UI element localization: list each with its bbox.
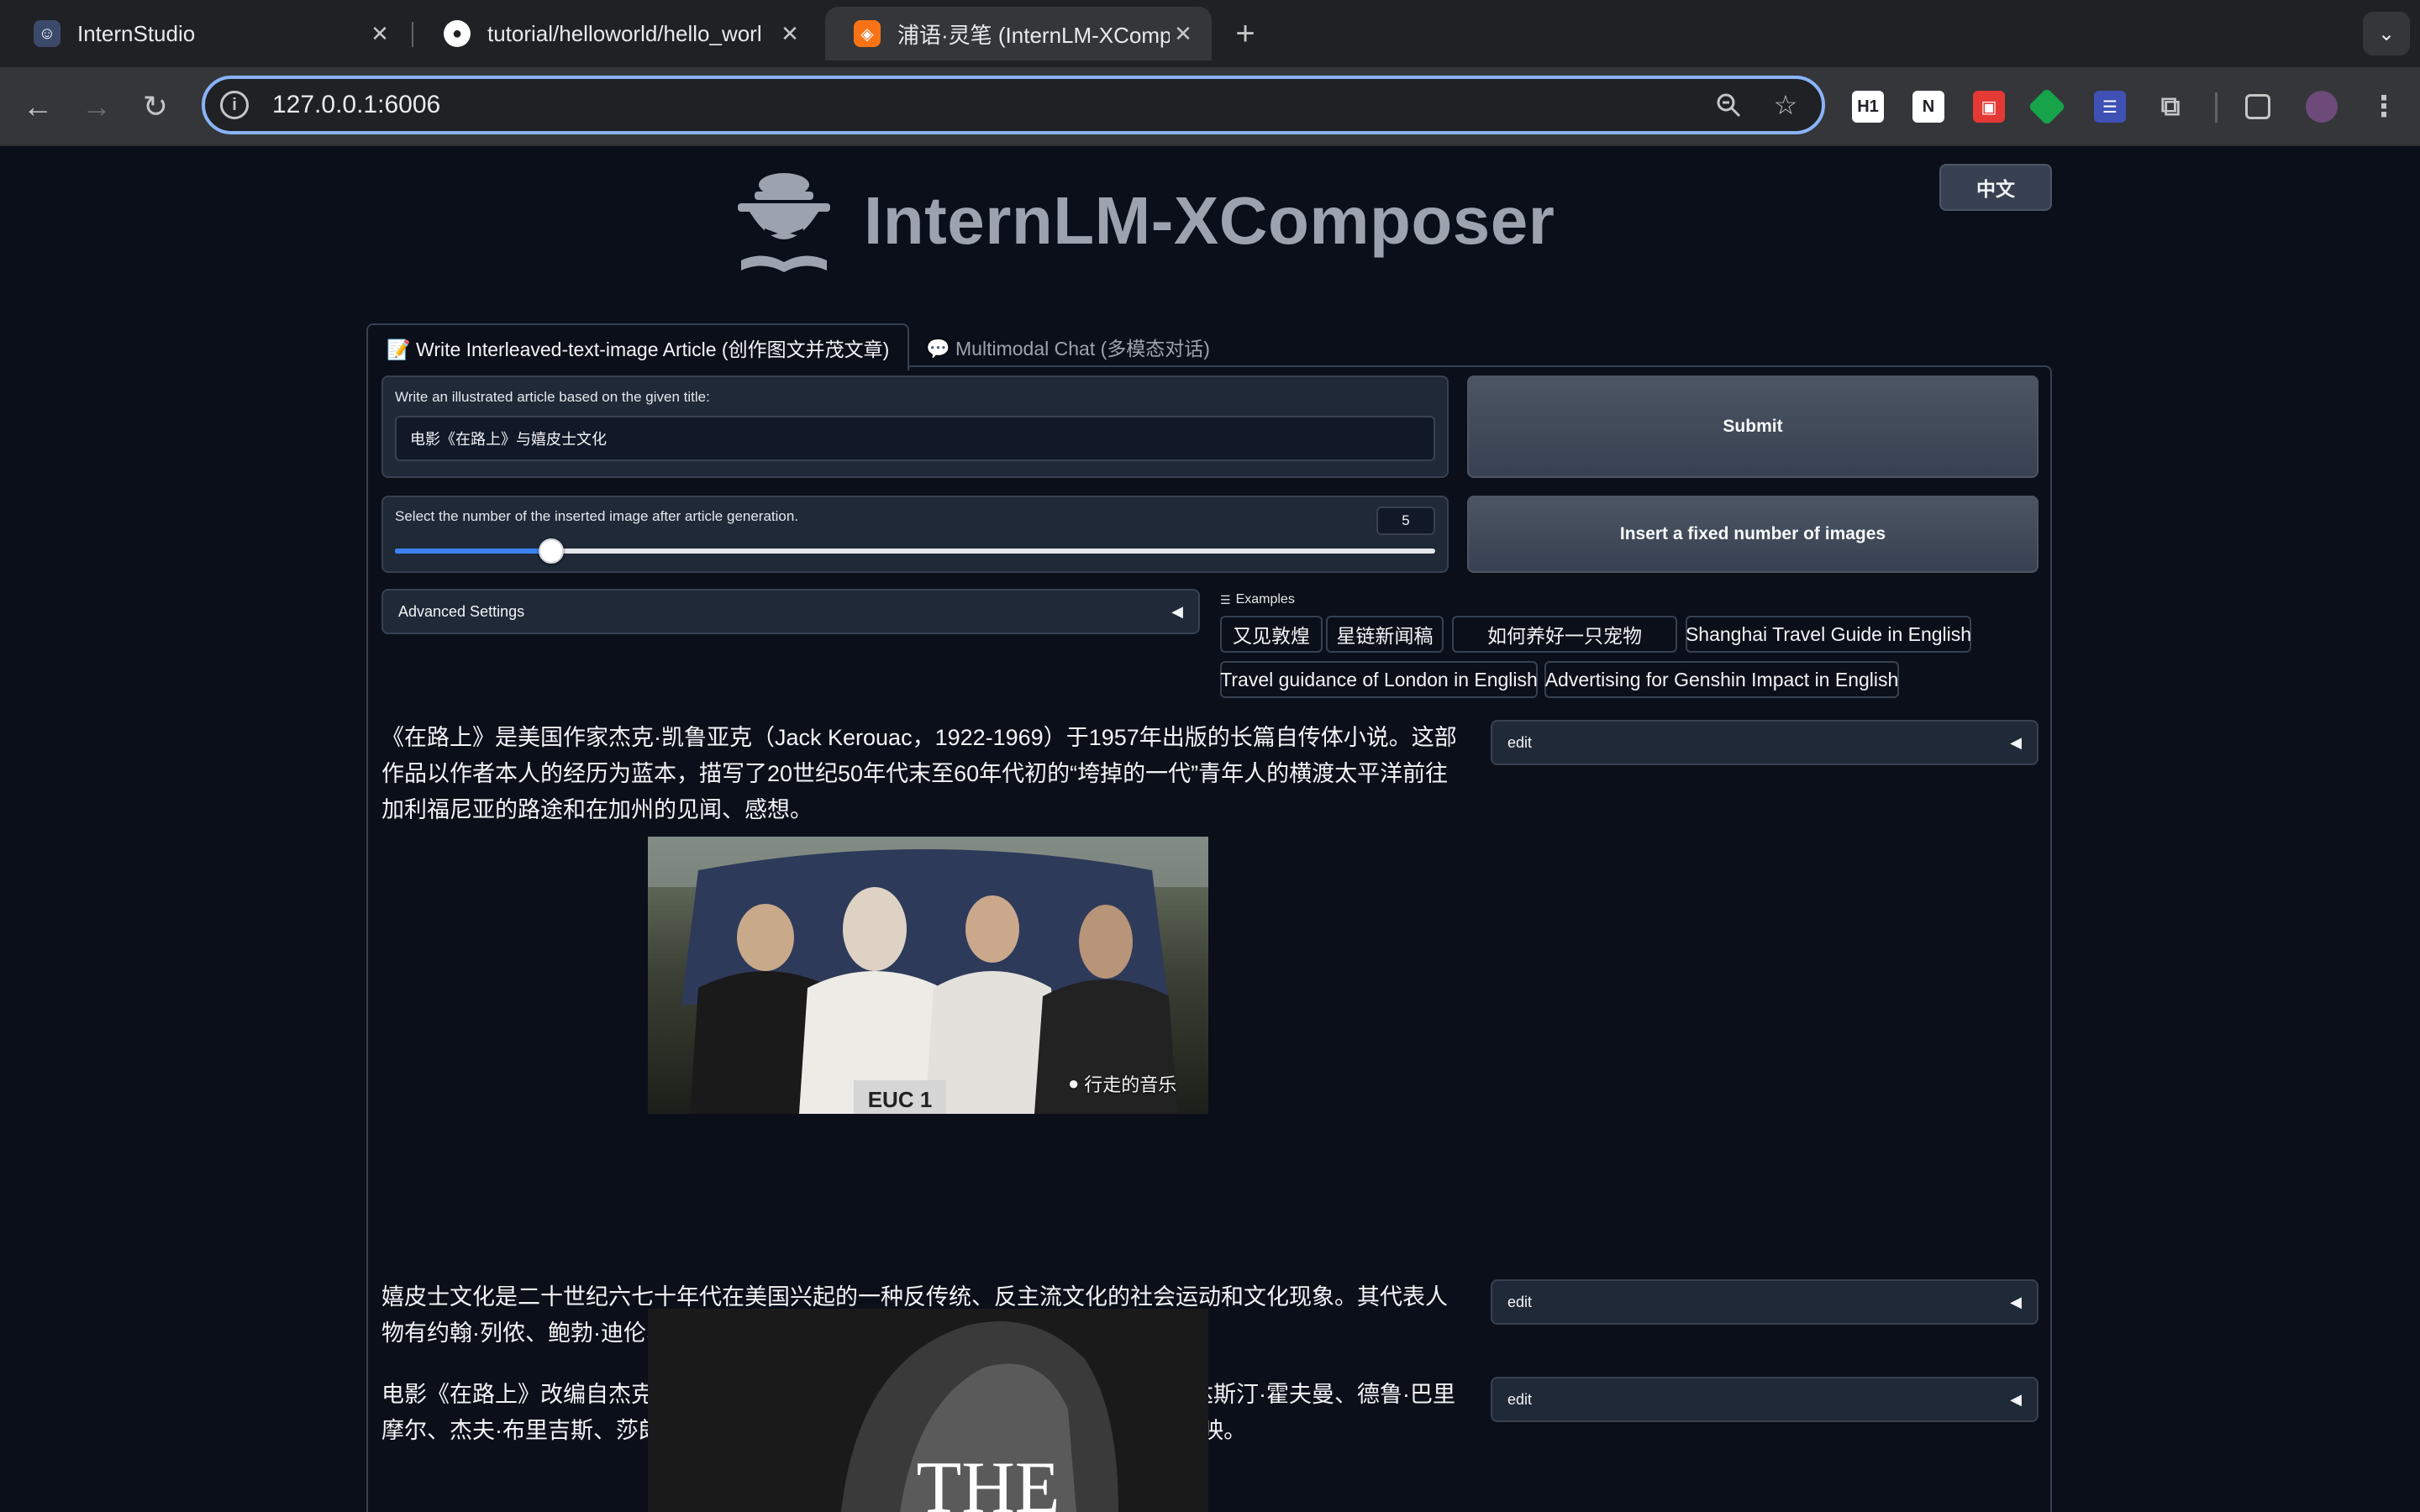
edit-label: edit bbox=[1507, 1390, 1533, 1408]
image-count-label: Select the number of the inserted image … bbox=[395, 508, 799, 524]
submit-button[interactable]: Submit bbox=[1467, 375, 2039, 478]
github-favicon-icon: ● bbox=[444, 20, 471, 47]
back-button[interactable]: ← bbox=[17, 86, 59, 128]
new-tab-button[interactable]: + bbox=[1225, 13, 1265, 54]
mode-tabs: 📝 Write Interleaved-text-image Article (… bbox=[366, 323, 2052, 370]
forward-button[interactable]: → bbox=[76, 86, 118, 128]
image-count-number-input[interactable]: 5 bbox=[1376, 507, 1435, 535]
site-info-icon[interactable]: i bbox=[220, 91, 249, 119]
green-extension-icon[interactable] bbox=[2028, 87, 2066, 126]
address-bar[interactable]: i 127.0.0.1:6006 ☆ bbox=[202, 76, 1825, 134]
page-content: InternLM-XComposer 中文 📝 Write Interleave… bbox=[0, 147, 2420, 1512]
title-input-label: Write an illustrated article based on th… bbox=[395, 389, 710, 405]
collapse-arrow-icon: ◀ bbox=[2010, 733, 2022, 751]
reload-button[interactable]: ↻ bbox=[134, 86, 176, 128]
article-image-poster: THE bbox=[648, 1309, 1208, 1512]
url-text[interactable]: 127.0.0.1:6006 bbox=[272, 91, 1707, 119]
example-chip[interactable]: 星链新闻稿 bbox=[1326, 616, 1444, 653]
puzzle-icon[interactable]: ⧉ bbox=[2154, 91, 2186, 123]
tab-search-button[interactable]: ⌄ bbox=[2363, 12, 2410, 55]
internstudio-favicon-icon: ☺ bbox=[34, 20, 60, 47]
slider-fill bbox=[395, 549, 551, 554]
article-paragraph: 《在路上》是美国作家杰克·凯鲁亚克（Jack Kerouac，1922-1969… bbox=[381, 725, 1457, 822]
slider-thumb[interactable] bbox=[538, 538, 564, 564]
watermark-text: 行走的音乐 bbox=[1084, 1074, 1177, 1095]
blue-extension-icon[interactable]: ☰ bbox=[2094, 91, 2126, 123]
close-tab-icon[interactable]: ✕ bbox=[1170, 20, 1197, 47]
collapse-arrow-icon: ◀ bbox=[1171, 602, 1183, 620]
tab-write-article[interactable]: 📝 Write Interleaved-text-image Article (… bbox=[366, 323, 910, 370]
tab-title: InternStudio bbox=[77, 20, 196, 46]
example-chip[interactable]: Shanghai Travel Guide in English bbox=[1686, 616, 1971, 653]
bookmark-star-icon[interactable]: ☆ bbox=[1765, 84, 1807, 126]
browser-tab-strip: ☺ InternStudio ✕ ● tutorial/helloworld/h… bbox=[0, 0, 2420, 67]
profile-avatar[interactable] bbox=[2306, 91, 2338, 123]
browser-tab-internstudio[interactable]: ☺ InternStudio ✕ bbox=[5, 7, 408, 60]
red-extension-icon[interactable]: ▣ bbox=[1973, 91, 2005, 123]
more-menu-icon[interactable]: ⋮ bbox=[2368, 91, 2400, 123]
edit-accordion[interactable]: edit ◀ bbox=[1491, 720, 2039, 765]
side-panel-icon[interactable] bbox=[2245, 94, 2270, 119]
toolbar-separator bbox=[2215, 92, 2217, 123]
edit-accordion[interactable]: edit ◀ bbox=[1491, 1377, 2039, 1422]
advanced-settings-accordion[interactable]: Advanced Settings ◀ bbox=[381, 589, 1200, 634]
close-tab-icon[interactable]: ✕ bbox=[776, 20, 803, 47]
list-icon: ☰ bbox=[1220, 592, 1231, 606]
license-plate-text: EUC 1 bbox=[868, 1087, 933, 1112]
example-chip[interactable]: Travel guidance of London in English bbox=[1220, 661, 1538, 698]
browser-tab-github[interactable]: ● tutorial/helloworld/hello_worl ✕ bbox=[415, 7, 818, 60]
collapse-arrow-icon: ◀ bbox=[2010, 1390, 2022, 1408]
notion-extension-icon[interactable]: N bbox=[1912, 91, 1944, 123]
example-chip[interactable]: Advertising for Genshin Impact in Englis… bbox=[1544, 661, 1899, 698]
h1-extension-icon[interactable]: H1 bbox=[1852, 91, 1884, 123]
close-tab-icon[interactable]: ✕ bbox=[366, 20, 393, 47]
edit-label: edit bbox=[1507, 733, 1533, 751]
edit-label: edit bbox=[1507, 1293, 1533, 1310]
examples-heading: ☰ Examples bbox=[1220, 592, 1295, 607]
browser-toolbar: ← → ↻ i 127.0.0.1:6006 ☆ H1 N ▣ ☰ ⧉ ⋮ bbox=[0, 67, 2420, 146]
tab-title: tutorial/helloworld/hello_worl bbox=[487, 20, 762, 46]
zoom-icon[interactable] bbox=[1707, 84, 1749, 126]
article-image-beatles: EUC 1 ● 行走的音乐 bbox=[648, 837, 1208, 1114]
app-title: InternLM-XComposer bbox=[864, 183, 1555, 258]
example-chip[interactable]: 如何养好一只宠物 bbox=[1452, 616, 1677, 653]
tab-separator bbox=[412, 22, 413, 47]
collapse-arrow-icon: ◀ bbox=[2010, 1293, 2022, 1310]
tab-title: 浦语·灵笔 (InternLM-XCompo bbox=[897, 22, 1170, 48]
image-count-block bbox=[381, 496, 1449, 573]
image-count-slider[interactable] bbox=[395, 538, 1435, 564]
gradio-favicon-icon: ◈ bbox=[854, 20, 881, 47]
tab-multimodal-chat[interactable]: 💬 Multimodal Chat (多模态对话) bbox=[908, 323, 1228, 370]
internlm-logo-icon bbox=[738, 173, 830, 272]
example-chip[interactable]: 又见敦煌 bbox=[1220, 616, 1323, 653]
insert-images-button[interactable]: Insert a fixed number of images bbox=[1467, 496, 2039, 573]
language-toggle-button[interactable]: 中文 bbox=[1939, 164, 2052, 211]
image-watermark: ● 行走的音乐 bbox=[1068, 1070, 1176, 1097]
title-input[interactable]: 电影《在路上》与嬉皮士文化 bbox=[395, 416, 1435, 461]
poster-title-text: THE bbox=[916, 1447, 1060, 1512]
app-header: InternLM-XComposer bbox=[729, 162, 1555, 280]
examples-heading-text: Examples bbox=[1235, 592, 1295, 606]
wechat-icon: ● bbox=[1068, 1073, 1080, 1094]
advanced-settings-label: Advanced Settings bbox=[398, 602, 525, 620]
edit-accordion[interactable]: edit ◀ bbox=[1491, 1279, 2039, 1325]
browser-tab-xcomposer[interactable]: ◈ 浦语·灵笔 (InternLM-XCompo ✕ bbox=[825, 7, 1212, 60]
